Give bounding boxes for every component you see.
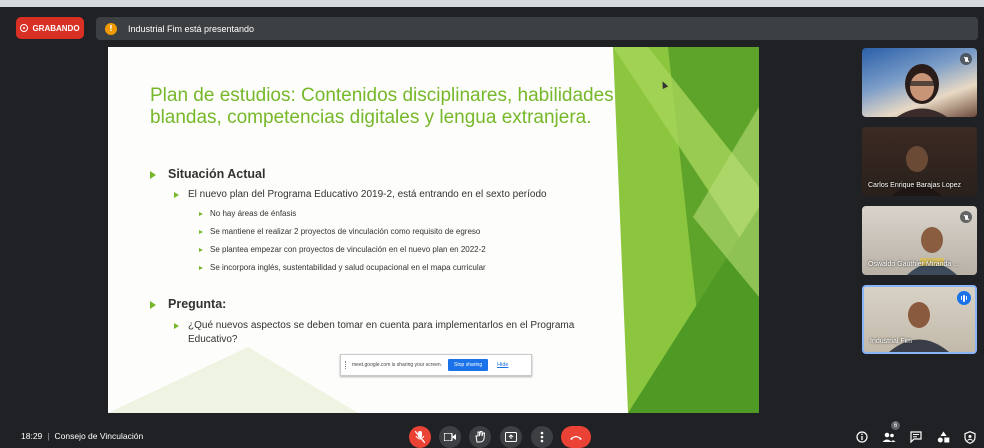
participant-tile-active-speaker[interactable]: Industrial Fim: [862, 285, 977, 354]
top-strip: [0, 0, 984, 7]
participant-count-badge: 6: [891, 421, 900, 430]
bullet-arrow-icon: [150, 171, 156, 179]
record-icon: [20, 24, 29, 32]
camera-toggle-button[interactable]: [439, 426, 461, 448]
participant-tile[interactable]: [862, 48, 977, 117]
meeting-info-button[interactable]: [855, 430, 869, 444]
more-options-button[interactable]: [531, 426, 553, 448]
section-heading-pregunta: Pregunta:: [168, 297, 227, 311]
activities-button[interactable]: [936, 430, 950, 444]
meeting-details: 18:29 | Consejo de Vinculación: [21, 431, 143, 441]
hide-share-bar-link[interactable]: Hide: [497, 362, 508, 368]
chat-button[interactable]: [909, 430, 923, 444]
participant-name: Carlos Enrique Barajas Lopez: [868, 182, 961, 189]
mic-off-icon: [415, 431, 425, 443]
section-heading-situacion: Situación Actual: [168, 167, 266, 181]
speaking-indicator-icon: [957, 291, 971, 305]
muted-mic-icon: [960, 53, 972, 65]
slide-subpoint: Se mantiene el realizar 2 proyectos de v…: [210, 227, 481, 236]
stop-sharing-button[interactable]: Stop sharing: [448, 359, 489, 371]
bullet-arrow-icon: [199, 248, 203, 252]
bullet-arrow-icon: [150, 301, 156, 309]
recording-badge[interactable]: GRABANDO: [16, 17, 84, 39]
participant-tile[interactable]: Carlos Enrique Barajas Lopez: [862, 127, 977, 196]
bullet-arrow-icon: [174, 192, 179, 198]
chat-icon: [910, 431, 922, 443]
bullet-arrow-icon: [174, 323, 179, 329]
present-screen-icon: [505, 432, 517, 442]
participants-button[interactable]: [882, 430, 896, 444]
clock-time: 18:29: [21, 431, 43, 441]
slide-question: ¿Qué nuevos aspectos se deben tomar en c…: [188, 320, 575, 345]
recording-label: GRABANDO: [32, 23, 80, 33]
bullet-arrow-icon: [199, 230, 203, 234]
drag-handle-icon[interactable]: [345, 361, 348, 369]
hang-up-icon: [570, 436, 582, 440]
hand-icon: [475, 431, 485, 443]
camera-icon: [444, 433, 456, 441]
people-icon: [882, 432, 896, 442]
more-vert-icon: [540, 431, 544, 443]
participant-name: Industrial Fim: [870, 338, 913, 345]
bullet-arrow-icon: [199, 212, 203, 216]
presenting-banner: ! Industrial Fim está presentando: [96, 17, 978, 40]
info-icon: !: [105, 22, 117, 35]
raise-hand-button[interactable]: [469, 426, 491, 448]
bottom-bar: 18:29 | Consejo de Vinculación 6: [0, 419, 984, 448]
presenting-text: Industrial Fim está presentando: [128, 23, 255, 34]
separator: |: [47, 431, 50, 441]
bullet-arrow-icon: [199, 266, 203, 270]
participant-tile[interactable]: Oswaldo Gauthier Miranda ...: [862, 206, 977, 275]
present-button[interactable]: [500, 426, 522, 448]
screen-share-bar: meet.google.com is sharing your screen. …: [340, 354, 532, 376]
top-bar: GRABANDO ! Industrial Fim está presentan…: [0, 7, 984, 47]
host-controls-button[interactable]: [963, 430, 977, 444]
mic-toggle-button[interactable]: [409, 426, 431, 448]
slide-subpoint: No hay áreas de énfasis: [210, 209, 297, 218]
participant-name: Oswaldo Gauthier Miranda ...: [868, 261, 960, 268]
slide-subpoint: Se incorpora inglés, sustentabilidad y s…: [210, 263, 486, 272]
shared-slide: Plan de estudios: Contenidos disciplinar…: [108, 47, 759, 413]
share-message: meet.google.com is sharing your screen.: [352, 362, 443, 368]
activities-shapes-icon: [937, 431, 949, 443]
shield-icon: [964, 430, 976, 444]
info-outline-icon: [856, 431, 868, 443]
slide-subpoint: Se plantea empezar con proyectos de vinc…: [210, 245, 486, 254]
leave-call-button[interactable]: [561, 426, 591, 448]
slide-point: El nuevo plan del Programa Educativo 201…: [188, 189, 547, 200]
muted-mic-icon: [960, 211, 972, 223]
slide-title: Plan de estudios: Contenidos disciplinar…: [150, 85, 614, 128]
meeting-name: Consejo de Vinculación: [54, 431, 144, 441]
